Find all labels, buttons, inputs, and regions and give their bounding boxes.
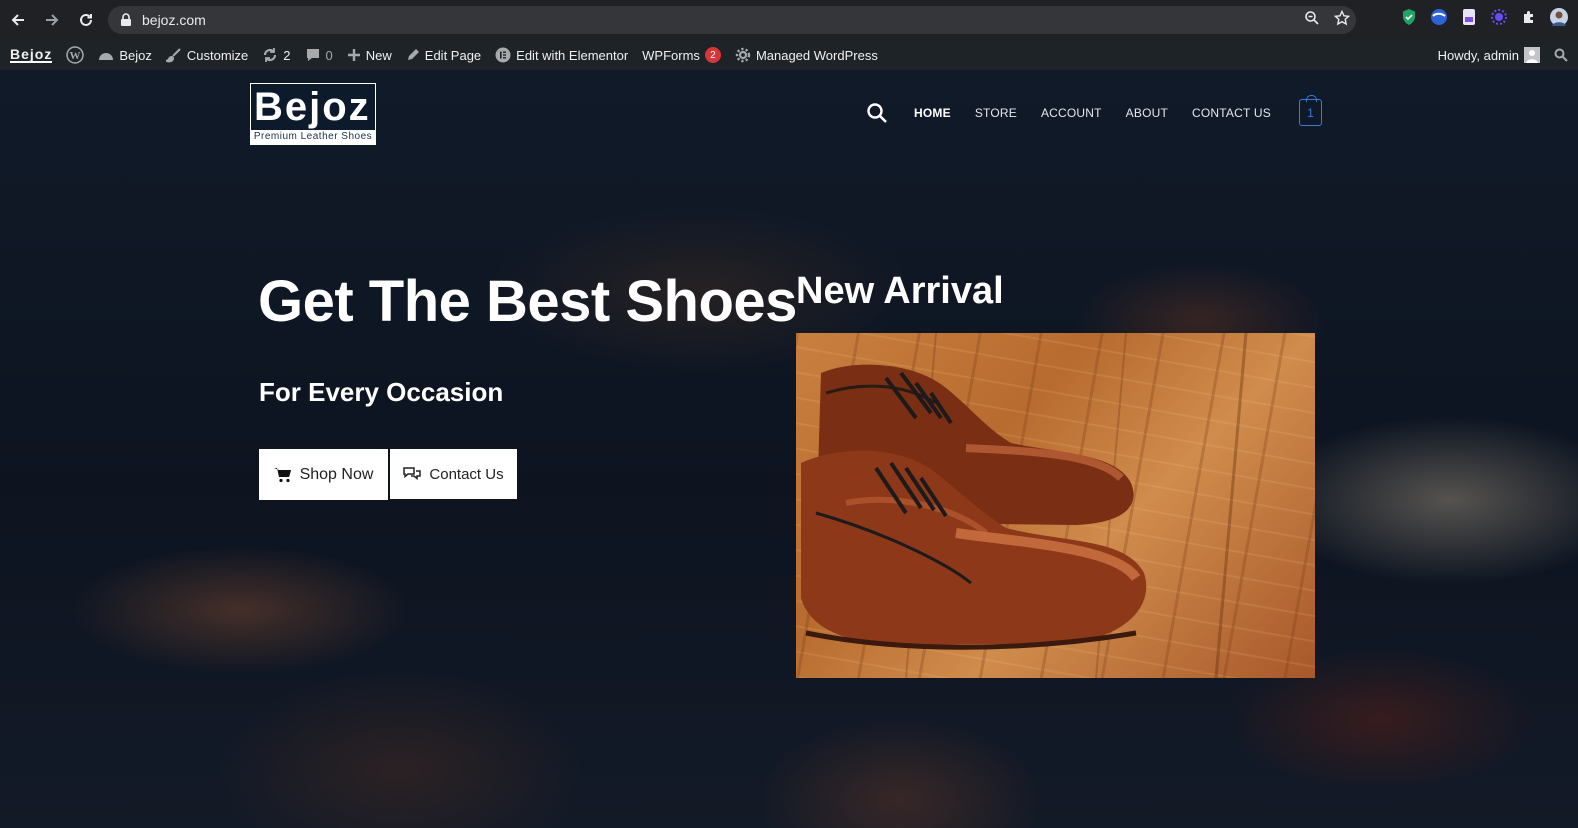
shop-now-label: Shop Now <box>299 465 374 483</box>
wp-comments-count: 0 <box>325 47 333 63</box>
hero-section: Bejoz Premium Leather Shoes HOME STORE A… <box>0 70 1578 828</box>
address-bar[interactable]: bejoz.com <box>108 6 1356 34</box>
main-navigation: HOME STORE ACCOUNT ABOUT CONTACT US <box>866 102 1295 124</box>
wp-customize[interactable]: Customize <box>159 40 255 70</box>
wp-edit-page-label: Edit Page <box>424 47 482 63</box>
contact-us-label: Contact Us <box>429 465 504 483</box>
back-arrow-icon <box>11 14 24 26</box>
wp-site-logo-text: Bejoz <box>10 46 53 63</box>
puzzle-extensions-icon[interactable] <box>1520 8 1538 26</box>
wordpress-icon: W <box>66 46 85 64</box>
wp-wpforms-label: WPForms <box>642 47 700 63</box>
wp-search[interactable] <box>1547 40 1578 70</box>
wp-admin-bar: Bejoz W Bejoz Customize 2 0 New Edit Pag… <box>0 40 1578 70</box>
address-bar-url: bejoz.com <box>142 12 206 28</box>
gear-icon <box>735 47 751 63</box>
nav-contact-us[interactable]: CONTACT US <box>1192 106 1271 120</box>
wp-managed-wordpress[interactable]: Managed WordPress <box>728 40 885 70</box>
comment-icon <box>306 49 319 61</box>
forward-arrow-icon <box>46 14 59 26</box>
gear-extension-icon[interactable] <box>1490 8 1508 26</box>
browser-toolbar: bejoz.com <box>0 0 1578 40</box>
plus-icon <box>347 49 360 61</box>
chat-bubbles-icon <box>403 467 422 481</box>
wp-my-account[interactable]: Howdy, admin <box>1431 40 1547 70</box>
cart-count: 1 <box>1307 105 1314 120</box>
nav-home[interactable]: HOME <box>914 106 951 120</box>
wpforms-notification-badge: 2 <box>704 47 721 63</box>
nav-store[interactable]: STORE <box>975 106 1017 120</box>
lock-icon <box>121 13 131 26</box>
shop-now-button[interactable]: Shop Now <box>259 449 388 500</box>
globe-extension-icon[interactable] <box>1430 8 1448 26</box>
new-arrival-image[interactable] <box>796 333 1315 678</box>
brush-icon <box>165 48 181 63</box>
wp-edit-elementor-label: Edit with Elementor <box>516 47 629 63</box>
wp-site-name-label: Bejoz <box>119 47 152 63</box>
wp-new-content[interactable]: New <box>340 40 399 70</box>
site-logo-tagline: Premium Leather Shoes <box>251 130 375 144</box>
site-logo-text: Bejoz <box>254 85 371 129</box>
search-icon <box>1554 48 1568 62</box>
wp-admin-bar-right: Howdy, admin <box>1431 40 1578 70</box>
forward-button[interactable] <box>36 4 68 36</box>
back-button[interactable] <box>2 4 34 36</box>
bookmark-star-icon[interactable] <box>1334 10 1350 26</box>
shield-extension-icon[interactable] <box>1400 8 1418 26</box>
wp-new-label: New <box>365 47 392 63</box>
updates-icon <box>264 48 277 62</box>
wp-managed-wordpress-label: Managed WordPress <box>755 47 878 63</box>
wp-updates-count: 2 <box>283 47 291 63</box>
site-logo[interactable]: Bejoz Premium Leather Shoes <box>250 83 376 145</box>
pencil-icon <box>407 49 419 60</box>
reload-button[interactable] <box>70 4 102 36</box>
wp-edit-page[interactable]: Edit Page <box>399 40 488 70</box>
zoom-icon[interactable] <box>1304 10 1320 26</box>
user-avatar-icon <box>1524 47 1540 63</box>
wp-site-logo[interactable]: Bejoz <box>0 40 59 70</box>
dashboard-icon <box>99 53 114 60</box>
svg-text:W: W <box>70 50 81 62</box>
extensions-tray <box>1400 8 1568 26</box>
new-arrival-title: New Arrival <box>796 270 1004 312</box>
wp-updates[interactable]: 2 <box>255 40 297 70</box>
hero-headline: Get The Best Shoes <box>258 269 797 334</box>
contact-us-button[interactable]: Contact Us <box>390 449 517 499</box>
wp-comments[interactable]: 0 <box>298 40 340 70</box>
document-extension-icon[interactable] <box>1460 8 1478 26</box>
cart-button[interactable]: 1 <box>1299 95 1322 126</box>
wp-howdy-label: Howdy, admin <box>1437 47 1519 63</box>
wp-site-name[interactable]: Bejoz <box>91 40 159 70</box>
elementor-icon <box>495 47 511 63</box>
leather-boots-illustration <box>801 333 1248 678</box>
wp-wpforms[interactable]: WPForms 2 <box>635 40 728 70</box>
hero-background-overlay <box>0 70 1578 828</box>
nav-about[interactable]: ABOUT <box>1126 106 1168 120</box>
nav-account[interactable]: ACCOUNT <box>1041 106 1102 120</box>
reload-icon <box>80 13 92 26</box>
search-icon[interactable] <box>866 102 888 124</box>
wp-customize-label: Customize <box>186 47 249 63</box>
profile-avatar-icon[interactable] <box>1550 8 1568 26</box>
hero-subheadline: For Every Occasion <box>259 377 504 407</box>
wp-edit-elementor[interactable]: Edit with Elementor <box>488 40 635 70</box>
cart-icon <box>273 467 291 482</box>
wp-logo-menu[interactable]: W <box>59 40 91 70</box>
